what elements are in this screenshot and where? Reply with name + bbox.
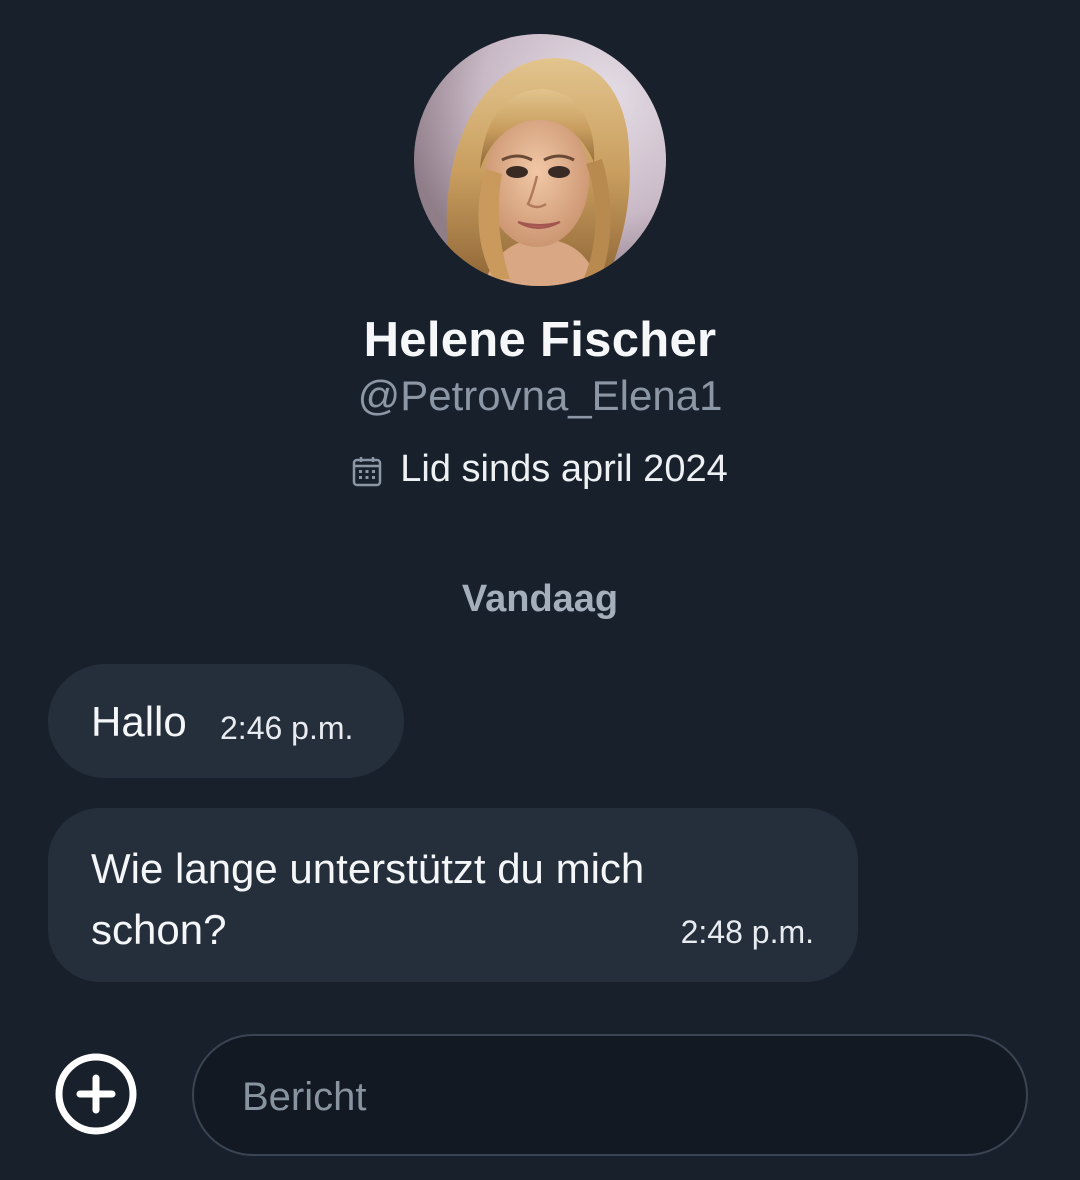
profile-handle: @Petrovna_Elena1 bbox=[357, 372, 723, 419]
message-timestamp: 2:48 p.m. bbox=[680, 914, 814, 950]
message-composer[interactable] bbox=[192, 1034, 1028, 1156]
add-media-button[interactable] bbox=[54, 1052, 138, 1136]
avatar[interactable] bbox=[414, 34, 666, 286]
joined-date: Lid sinds april 2024 bbox=[0, 448, 1080, 491]
avatar-image bbox=[414, 34, 666, 286]
profile-name: Helene Fischer bbox=[363, 313, 717, 367]
day-separator: Vandaag bbox=[461, 578, 619, 620]
message-timestamp: 2:46 p.m. bbox=[220, 710, 354, 746]
calendar-icon bbox=[352, 454, 382, 486]
message-text: Hallo bbox=[91, 698, 187, 745]
joined-label: Lid sinds april 2024 bbox=[400, 448, 728, 490]
plus-circle-icon bbox=[55, 1053, 137, 1135]
dm-conversation-screen: Helene Fischer @Petrovna_Elena1 Lid sind… bbox=[0, 0, 1080, 1180]
message-bubble[interactable]: Wie lange unterstützt du mich schon? 2:4… bbox=[48, 808, 858, 982]
message-bubble[interactable]: Hallo 2:46 p.m. bbox=[48, 664, 404, 778]
message-input[interactable] bbox=[240, 1066, 984, 1128]
